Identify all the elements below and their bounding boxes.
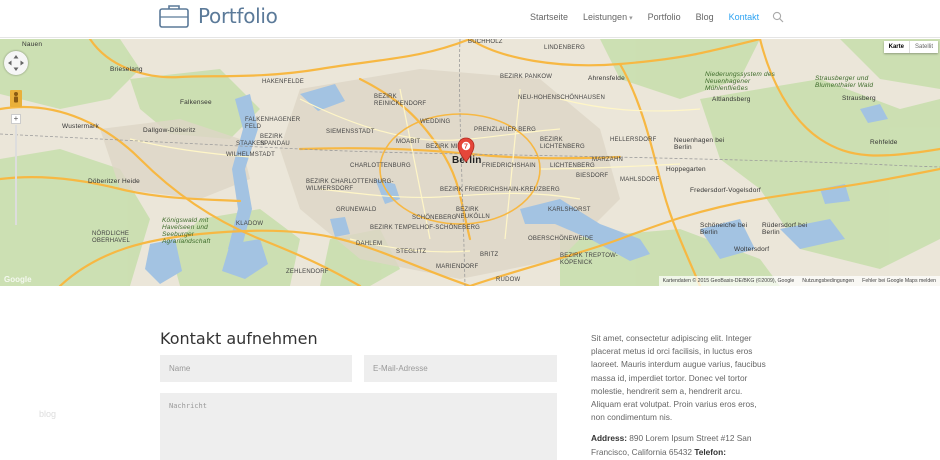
map-label: BUCHHOLZ xyxy=(468,39,503,45)
map-label: LINDENBERG xyxy=(544,45,586,51)
logo-text: Portfolio xyxy=(198,4,278,28)
map-label: LICHTENBERG xyxy=(550,163,595,169)
report-error-link[interactable]: Fehler bei Google Maps melden xyxy=(858,278,940,284)
zoom-slider[interactable] xyxy=(15,125,17,225)
map-label: BEZIRK REINICKENDORF xyxy=(374,94,427,107)
map-label: FALKENHAGENER FELD xyxy=(245,117,301,130)
map-label: STAAKEN xyxy=(236,141,265,147)
name-field[interactable] xyxy=(160,355,352,382)
map-footer: Kartendaten © 2015 GeoBasis-DE/BKG (©200… xyxy=(658,276,940,286)
map-type-karte-button[interactable]: Karte xyxy=(884,41,909,53)
map-label: Strausberger und Blumenthaler Wald xyxy=(815,75,874,89)
main-nav: Startseite Leistungen ▾ Portfolio Blog Ko… xyxy=(530,11,784,23)
map-label: BEZIRK SPANDAU xyxy=(260,134,290,147)
phone-label: Telefon: xyxy=(694,446,726,457)
map-label: Woltersdorf xyxy=(734,246,770,253)
map-label: Strausberg xyxy=(842,95,876,102)
map-label: Nauen xyxy=(22,41,43,48)
map-label: STEGLITZ xyxy=(396,249,427,255)
blog-tag[interactable]: blog xyxy=(39,409,56,419)
map-label: Niederungssystem des Neuenhagener Mühlen… xyxy=(705,71,776,92)
map-label: Wustermark xyxy=(62,123,99,130)
map-label: Schöneiche bei Berlin xyxy=(700,222,748,236)
google-logo: Google xyxy=(4,275,32,284)
map-label: BEZIRK CHARLOTTENBURG-WILMERSDORF xyxy=(306,179,394,192)
contact-address: Address: 890 Lorem Ipsum Street #12 San … xyxy=(591,432,771,458)
map-label: WILHELMSTADT xyxy=(226,152,275,158)
map-type-control: Karte Satellit xyxy=(883,41,938,53)
map-label: BEZIRK FRIEDRICHSHAIN-KREUZBERG xyxy=(440,187,560,193)
map-label: OBERSCHÖNEWEIDE xyxy=(528,236,594,242)
map-label: SCHÖNEBERG xyxy=(412,215,457,221)
chevron-down-icon: ▾ xyxy=(629,15,633,22)
nav-leistungen[interactable]: Leistungen ▾ xyxy=(583,12,633,22)
map-label: Königswald mit Havelseen und Seeburger A… xyxy=(162,217,211,245)
map-label: Dallgow-Döberitz xyxy=(143,127,196,134)
message-field[interactable] xyxy=(160,393,557,460)
contact-info: Sit amet, consectetur adipiscing elit. I… xyxy=(591,332,771,460)
map-label: MAHLSDORF xyxy=(620,177,660,183)
nav-blog[interactable]: Blog xyxy=(696,12,714,22)
map-label: BEZIRK TEMPELHOF-SCHÖNEBERG xyxy=(370,225,480,231)
map-label: Altlandsberg xyxy=(712,96,751,103)
street-view-pegman-icon[interactable] xyxy=(10,90,22,107)
map-label: MARIENDORF xyxy=(436,264,479,270)
pan-arrows-icon xyxy=(8,55,24,71)
terms-link[interactable]: Nutzungsbedingungen xyxy=(798,278,858,284)
map-attribution: Kartendaten © 2015 GeoBasis-DE/BKG (©200… xyxy=(662,278,795,284)
map-label: WEDDING xyxy=(420,119,451,125)
map-label: SIEMENSSTADT xyxy=(326,129,375,135)
map-label: MOABIT xyxy=(396,139,421,145)
map-label: Döberitzer Heide xyxy=(88,178,140,185)
nav-portfolio[interactable]: Portfolio xyxy=(648,12,681,22)
map-label: NÖRDLICHE OBERHAVEL xyxy=(92,231,131,244)
map-label: NEU-HOHENSCHÖNHAUSEN xyxy=(518,95,606,101)
page-title: Kontakt aufnehmen xyxy=(160,329,318,348)
map-label: KARLSHORST xyxy=(548,207,591,213)
map-label: MARZAHN xyxy=(592,157,624,163)
map-label: FRIEDRICHSHAIN xyxy=(482,163,536,169)
map-label: KLADOW xyxy=(236,221,264,227)
map-label: BRITZ xyxy=(480,252,499,258)
map-label: Hoppegarten xyxy=(666,166,706,173)
search-icon[interactable] xyxy=(772,11,784,23)
nav-startseite[interactable]: Startseite xyxy=(530,12,568,22)
map-label: RUDOW xyxy=(496,277,521,283)
map-label: Fredersdorf-Vogelsdorf xyxy=(690,187,761,194)
site-header: Portfolio Startseite Leistungen ▾ Portfol… xyxy=(0,0,940,38)
map-label: BEZIRK PANKOW xyxy=(500,74,553,80)
site-logo[interactable]: Portfolio xyxy=(159,3,278,29)
map-type-satellit-button[interactable]: Satellit xyxy=(908,41,938,53)
zoom-in-button[interactable]: + xyxy=(11,114,21,124)
map-label: Ahrensfelde xyxy=(588,75,625,82)
map-marker-icon[interactable]: 7 xyxy=(457,137,475,163)
map-label: GRUNEWALD xyxy=(336,207,377,213)
map-pan-control[interactable] xyxy=(4,51,28,75)
marker-label: 7 xyxy=(464,144,468,151)
briefcase-icon xyxy=(159,5,189,28)
map-label: DAHLEM xyxy=(356,241,383,247)
address-label: Address: xyxy=(591,433,627,444)
email-field[interactable] xyxy=(364,355,557,382)
map-label: HAKENFELDE xyxy=(262,79,305,85)
map-label: BEZIRK NEUKÖLLN xyxy=(456,207,490,220)
map-label: Neuenhagen bei Berlin xyxy=(674,137,725,151)
map-label: PRENZLAUER BERG xyxy=(474,127,537,133)
contact-section: Kontakt aufnehmen blog Sit amet, consect… xyxy=(0,287,940,460)
map-label: BIESDORF xyxy=(576,173,609,179)
map-label: ZEHLENDORF xyxy=(286,269,329,275)
google-map[interactable]: Nauen Brieselang Falkensee Wustermark Da… xyxy=(0,39,940,286)
map-label: BEZIRK TREPTOW-KÖPENICK xyxy=(560,253,619,266)
map-label: Rehfelde xyxy=(870,139,898,146)
map-label: HELLERSDORF xyxy=(610,137,657,143)
map-label: Brieselang xyxy=(110,66,143,73)
map-label: BEZIRK LICHTENBERG xyxy=(540,137,585,150)
map-label: CHARLOTTENBURG xyxy=(350,163,411,169)
map-label: Rüdersdorf bei Berlin xyxy=(762,222,808,236)
map-label: Falkensee xyxy=(180,99,212,106)
nav-leistungen-label: Leistungen xyxy=(583,12,628,22)
nav-kontakt[interactable]: Kontakt xyxy=(729,12,760,22)
contact-description: Sit amet, consectetur adipiscing elit. I… xyxy=(591,333,766,423)
